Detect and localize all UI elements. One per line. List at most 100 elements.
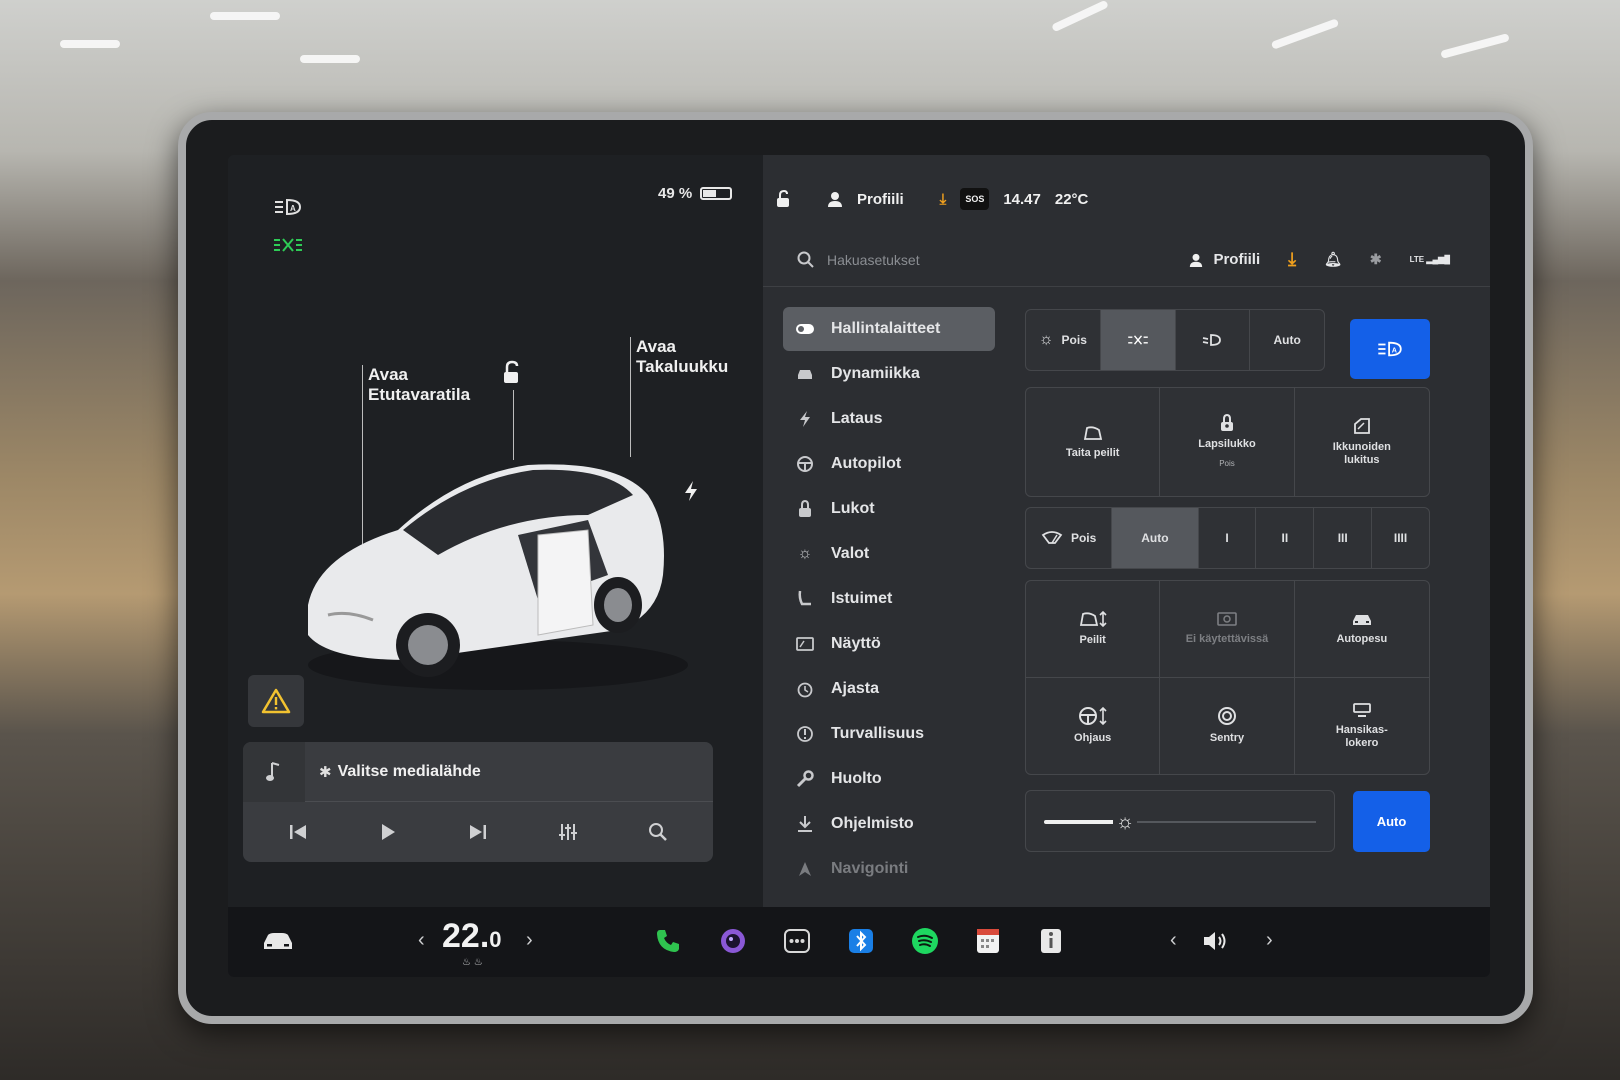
top-status-bar: Profiili ⤓ SOS 14.47 22°C bbox=[763, 177, 1088, 221]
nav-item-service[interactable]: Huolto bbox=[783, 757, 995, 801]
more-apps-icon[interactable] bbox=[777, 921, 817, 961]
download-icon[interactable]: ⤓ bbox=[940, 191, 947, 208]
nav-item-dynamics[interactable]: Dynamiikka bbox=[783, 352, 995, 396]
quick-controls-top: Taita peilit Lapsilukko Pois Ikkunoiden l… bbox=[1025, 387, 1430, 497]
warning-triangle-icon bbox=[261, 688, 291, 714]
fold-mirrors-button[interactable]: Taita peilit bbox=[1026, 388, 1161, 496]
calendar-app-icon[interactable] bbox=[968, 921, 1008, 961]
search-icon bbox=[797, 251, 814, 268]
car-icon bbox=[795, 364, 815, 384]
temp-decrease-button[interactable]: ‹ bbox=[418, 929, 425, 952]
spotify-icon[interactable] bbox=[905, 921, 945, 961]
volume-icon[interactable] bbox=[1196, 921, 1236, 961]
lock-status-icon[interactable] bbox=[775, 190, 791, 208]
volume-increase-button[interactable]: › bbox=[1266, 929, 1273, 952]
svg-text:A: A bbox=[290, 204, 296, 213]
low-beam-option[interactable] bbox=[1176, 310, 1251, 370]
bluetooth-app-icon[interactable] bbox=[841, 921, 881, 961]
steering-adjust-button[interactable]: Ohjaus bbox=[1026, 677, 1161, 774]
nav-item-schedule[interactable]: Ajasta bbox=[783, 667, 995, 711]
headlights-auto-option[interactable]: Auto bbox=[1250, 310, 1324, 370]
open-frunk-label[interactable]: Avaa Etutavaratila bbox=[368, 365, 470, 405]
phone-icon[interactable] bbox=[648, 921, 688, 961]
media-source-row[interactable]: ✱ Valitse medialähde bbox=[243, 742, 713, 802]
toggle-icon bbox=[795, 319, 815, 339]
header-profile-button[interactable]: Profiili bbox=[1189, 251, 1260, 268]
camera-app-icon[interactable] bbox=[713, 921, 753, 961]
hazard-warning-button[interactable] bbox=[248, 675, 304, 727]
car-wash-button[interactable]: Autopesu bbox=[1294, 581, 1429, 678]
parking-lights-option[interactable] bbox=[1100, 310, 1176, 370]
settings-search-input[interactable] bbox=[827, 251, 1127, 268]
display-icon bbox=[795, 634, 815, 654]
glovebox-icon bbox=[1352, 702, 1371, 717]
headlights-off-option[interactable]: ☼ Pois bbox=[1026, 310, 1101, 370]
window-lock-icon bbox=[1353, 418, 1370, 434]
open-trunk-label[interactable]: Avaa Takaluukku bbox=[636, 337, 728, 377]
svg-text:A: A bbox=[1392, 346, 1397, 355]
owners-manual-icon[interactable] bbox=[1031, 921, 1071, 961]
nav-item-display[interactable]: Näyttö bbox=[783, 622, 995, 666]
media-search-button[interactable] bbox=[638, 812, 678, 852]
wrench-icon bbox=[795, 769, 815, 789]
bluetooth-icon[interactable]: ✱ bbox=[1370, 251, 1382, 268]
mirror-icon bbox=[1083, 425, 1102, 440]
brightness-slider-thumb[interactable]: ☼ bbox=[1113, 810, 1137, 834]
nav-item-locks[interactable]: Lukot bbox=[783, 487, 995, 531]
unlock-icon[interactable] bbox=[498, 360, 524, 386]
car-icon[interactable] bbox=[258, 921, 298, 961]
nav-item-charging[interactable]: Lataus bbox=[783, 397, 995, 441]
cabin-temperature[interactable]: 22.0 bbox=[442, 917, 502, 956]
nav-item-autopilot[interactable]: Autopilot bbox=[783, 442, 995, 486]
clock: 14.47 bbox=[1003, 190, 1041, 208]
nav-item-lights[interactable]: ☼ Valot bbox=[783, 532, 995, 576]
glovebox-button[interactable]: Hansikas-lokero bbox=[1295, 678, 1429, 775]
brightness-auto-button[interactable]: Auto bbox=[1353, 791, 1430, 852]
parking-lights-icon bbox=[1127, 335, 1148, 345]
search-icon bbox=[649, 823, 667, 841]
nav-item-controls[interactable]: Hallintalaitteet bbox=[783, 307, 995, 351]
temp-increase-button[interactable]: › bbox=[526, 929, 533, 952]
safety-info-icon bbox=[795, 724, 815, 744]
seat-heater-icons[interactable]: ♨ ♨ bbox=[462, 957, 483, 968]
battery-icon bbox=[700, 187, 733, 200]
steering-wheel-icon bbox=[795, 454, 815, 474]
sentry-mode-button[interactable]: Sentry bbox=[1160, 677, 1295, 774]
settings-nav: Hallintalaitteet Dynamiikka Lataus Autop… bbox=[783, 307, 995, 892]
auto-high-beam-icon: A bbox=[1378, 341, 1402, 357]
wiper-speed-3-option[interactable]: III bbox=[1314, 508, 1373, 568]
profile-icon bbox=[828, 192, 842, 207]
auto-headlight-icon[interactable]: A bbox=[273, 197, 303, 217]
car-model-3d[interactable] bbox=[288, 435, 708, 695]
header-icons: Profiili ⤓ 🔔︎ ✱ LTE ▂▄▆█ bbox=[1189, 249, 1450, 270]
low-beam-icon bbox=[1203, 334, 1222, 346]
play-button[interactable] bbox=[368, 812, 408, 852]
mirrors-adjust-button[interactable]: Peilit bbox=[1026, 581, 1161, 678]
sos-button[interactable]: SOS bbox=[960, 188, 990, 210]
display-brightness-control: ☼ bbox=[1025, 790, 1335, 852]
nav-item-seats[interactable]: Istuimet bbox=[783, 577, 995, 621]
equalizer-button[interactable] bbox=[548, 812, 588, 852]
wiper-speed-4-option[interactable]: IIII bbox=[1372, 508, 1429, 568]
nav-item-software[interactable]: Ohjelmisto bbox=[783, 802, 995, 846]
wiper-speed-2-option[interactable]: II bbox=[1256, 508, 1315, 568]
auto-high-beam-button[interactable]: A bbox=[1350, 319, 1430, 379]
wiper-speed-1-option[interactable]: I bbox=[1199, 508, 1257, 568]
notification-bell-icon[interactable]: 🔔︎ bbox=[1324, 251, 1342, 268]
ceiling-light bbox=[1440, 33, 1510, 59]
software-download-icon[interactable]: ⤓ bbox=[1288, 249, 1296, 270]
previous-track-button[interactable] bbox=[278, 812, 318, 852]
profile-button[interactable]: Profiili bbox=[857, 191, 904, 208]
volume-decrease-button[interactable]: ‹ bbox=[1170, 929, 1177, 952]
wipers-auto-option[interactable]: Auto bbox=[1112, 508, 1199, 568]
profile-icon bbox=[1190, 253, 1203, 267]
ceiling-light bbox=[60, 40, 120, 48]
nav-item-navigation[interactable]: Navigointi bbox=[783, 847, 995, 891]
next-track-button[interactable] bbox=[458, 812, 498, 852]
child-lock-button[interactable]: Lapsilukko Pois bbox=[1160, 388, 1295, 496]
window-lock-button[interactable]: Ikkunoiden lukitus bbox=[1295, 388, 1429, 496]
nav-item-safety[interactable]: Turvallisuus bbox=[783, 712, 995, 756]
media-player: ✱ Valitse medialähde bbox=[243, 742, 713, 862]
sentry-icon bbox=[1217, 707, 1236, 726]
wipers-off-option[interactable]: Pois bbox=[1026, 508, 1113, 568]
